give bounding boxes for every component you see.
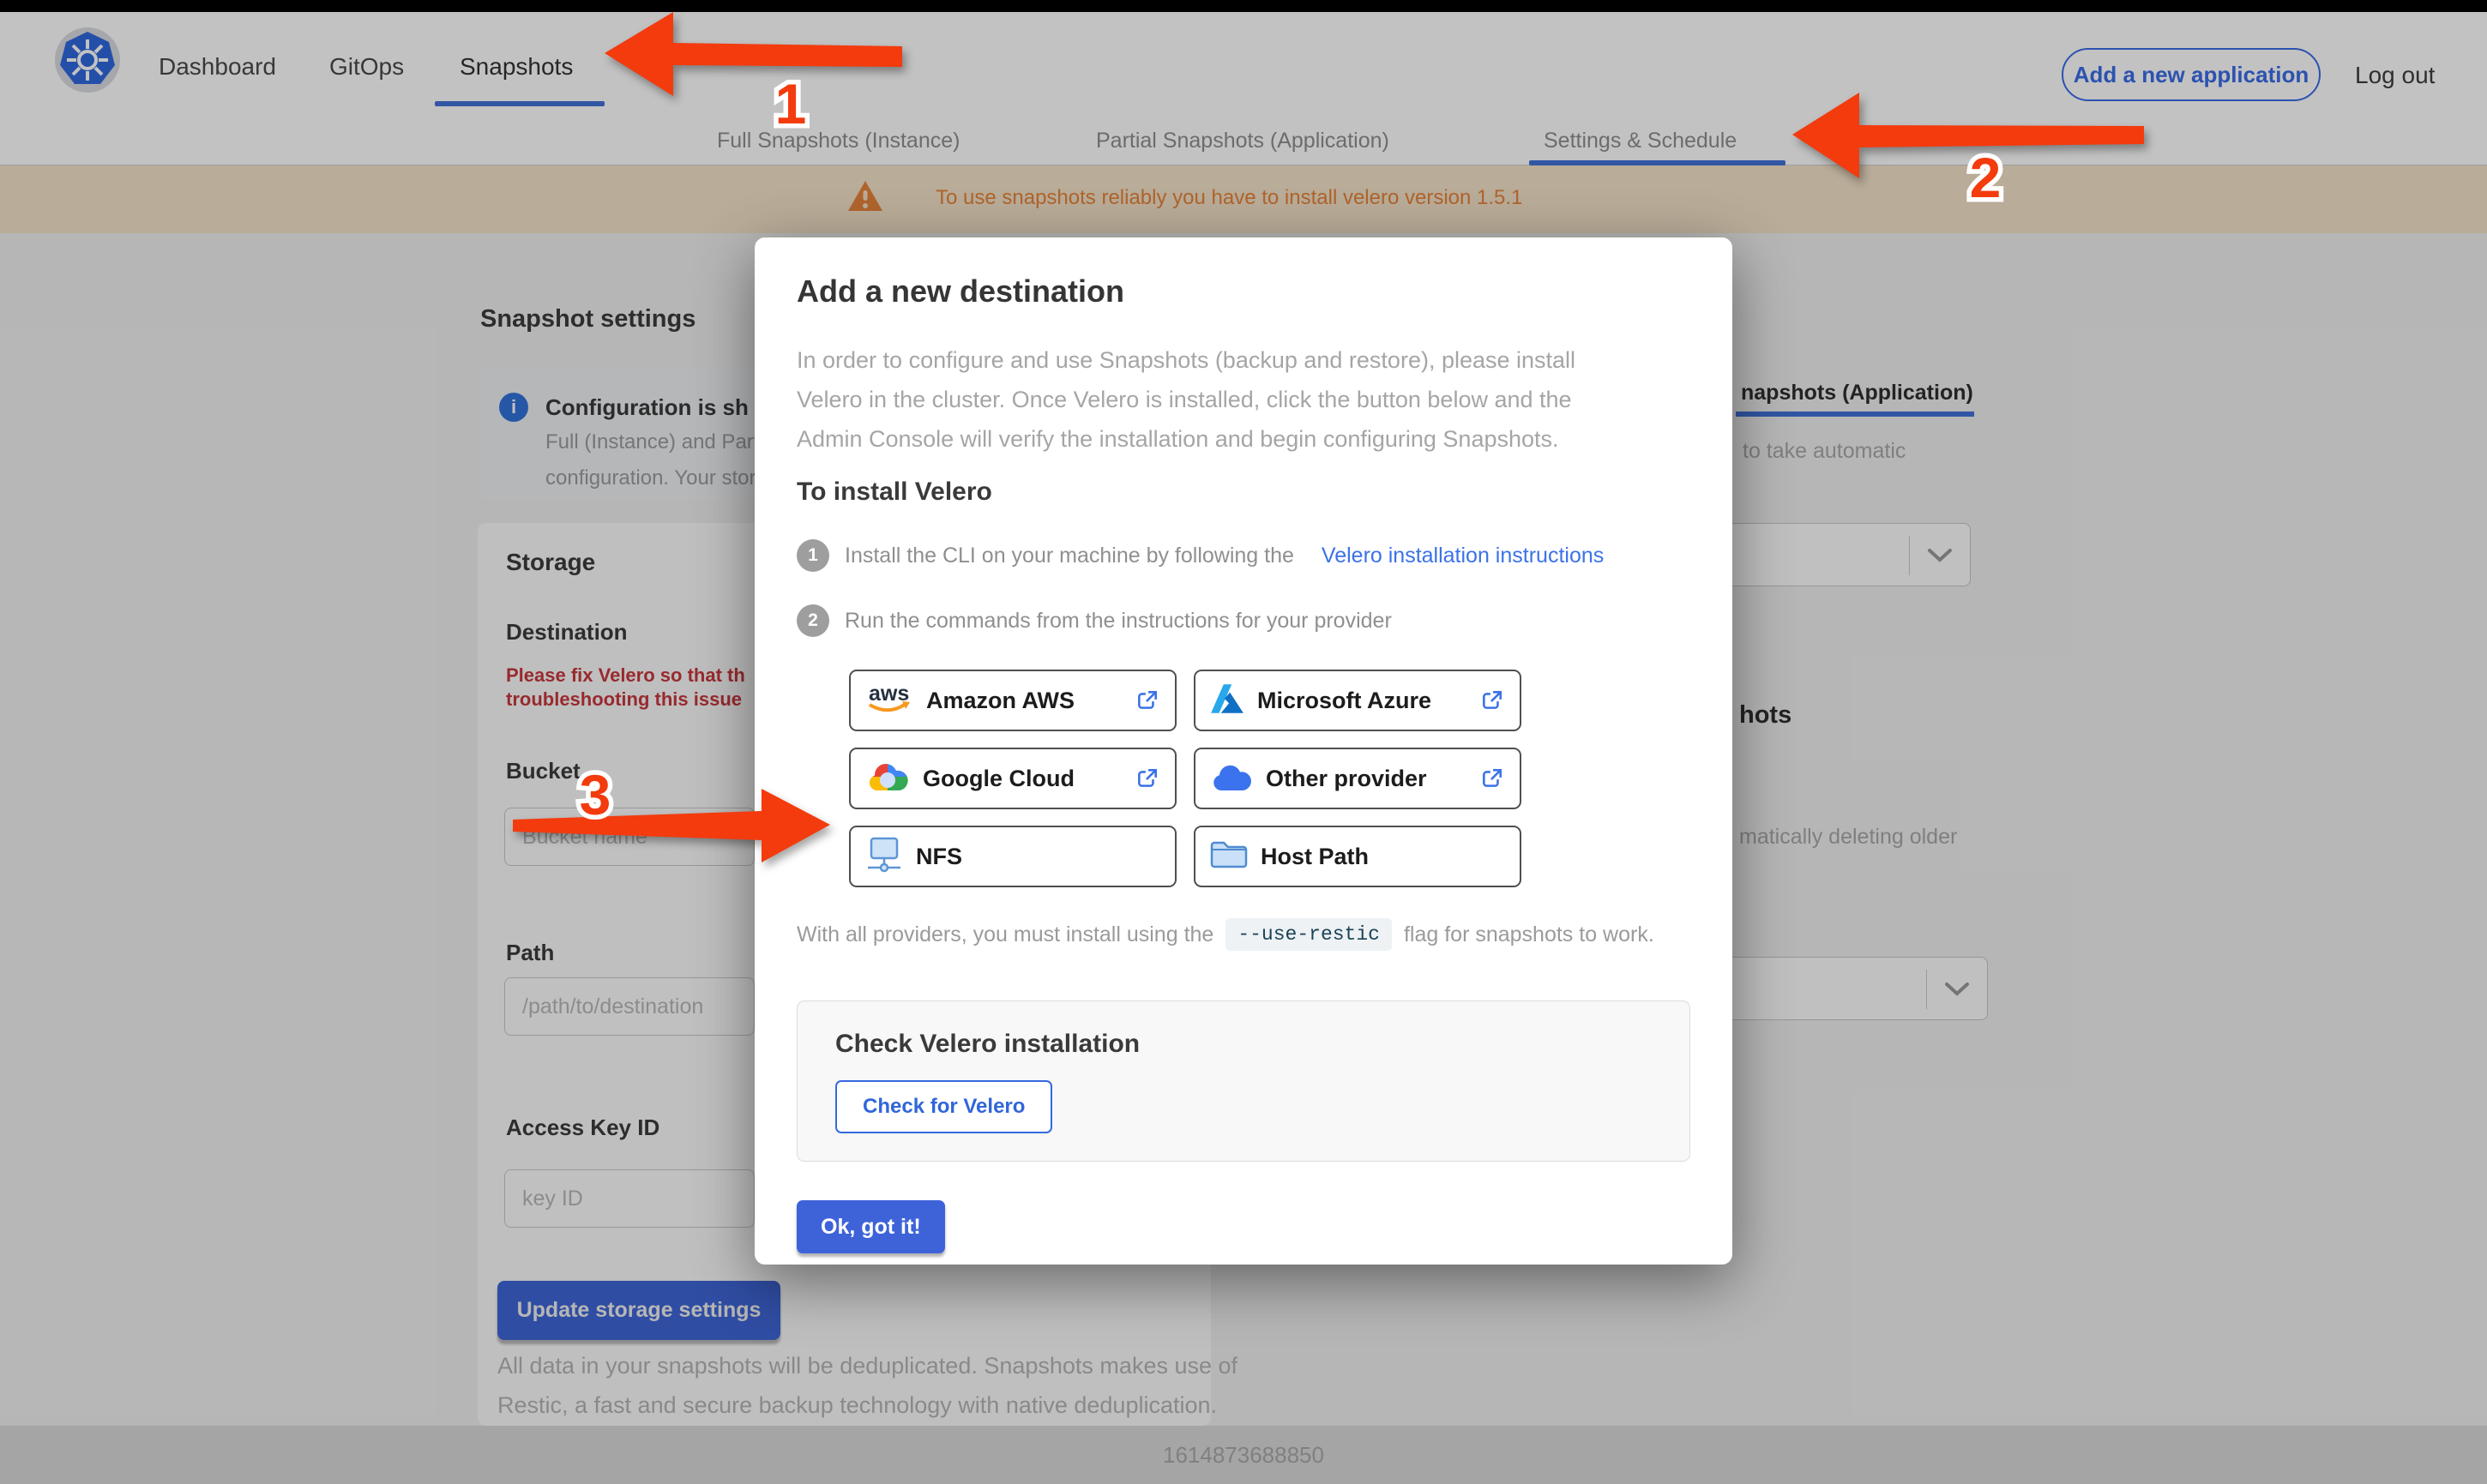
restic-note-after: flag for snapshots to work.	[1404, 922, 1654, 947]
provider-button-nfs[interactable]: NFS	[849, 826, 1177, 887]
step-2-text: Run the commands from the instructions f…	[845, 609, 1392, 634]
provider-button-host-path[interactable]: Host Path	[1194, 826, 1521, 887]
modal-intro-line: Velero in the cluster. Once Velero is in…	[797, 387, 1572, 412]
modal-intro: In order to configure and use Snapshots …	[797, 340, 1690, 459]
folder-icon	[1209, 838, 1249, 875]
install-step-1: 1 Install the CLI on your machine by fol…	[797, 539, 1690, 572]
provider-label: Other provider	[1266, 766, 1427, 792]
step-1-badge: 1	[797, 539, 829, 572]
step-1-text: Install the CLI on your machine by follo…	[845, 544, 1294, 568]
velero-installation-instructions-link[interactable]: Velero installation instructions	[1322, 544, 1604, 568]
ok-got-it-button[interactable]: Ok, got it!	[797, 1200, 945, 1253]
restic-note-before: With all providers, you must install usi…	[797, 922, 1213, 947]
modal-intro-line: In order to configure and use Snapshots …	[797, 347, 1575, 373]
external-link-icon	[1480, 688, 1504, 712]
step-2-badge: 2	[797, 604, 829, 637]
restic-note: With all providers, you must install usi…	[797, 918, 1690, 951]
aws-logo-icon: aws	[864, 679, 914, 723]
provider-button-google-cloud[interactable]: Google Cloud	[849, 748, 1177, 809]
external-link-icon	[1135, 688, 1159, 712]
provider-label: NFS	[916, 844, 962, 870]
install-velero-heading: To install Velero	[797, 478, 1690, 507]
azure-logo-icon	[1209, 682, 1245, 719]
check-velero-installation-box: Check Velero installation Check for Vele…	[797, 1000, 1690, 1162]
provider-button-other-provider[interactable]: Other provider	[1194, 748, 1521, 809]
provider-button-grid: aws Amazon AWS Microsoft Azu	[849, 670, 1690, 887]
cloud-icon	[1209, 761, 1254, 796]
external-link-icon	[1480, 766, 1504, 790]
provider-button-amazon-aws[interactable]: aws Amazon AWS	[849, 670, 1177, 731]
modal-title: Add a new destination	[797, 273, 1690, 309]
admin-console-page: Dashboard GitOps Snapshots Add a new app…	[0, 0, 2487, 1484]
google-cloud-logo-icon	[864, 760, 911, 798]
provider-label: Amazon AWS	[926, 688, 1075, 714]
provider-label: Google Cloud	[923, 766, 1075, 792]
external-link-icon	[1135, 766, 1159, 790]
modal-intro-line: Admin Console will verify the installati…	[797, 426, 1559, 452]
provider-button-microsoft-azure[interactable]: Microsoft Azure	[1194, 670, 1521, 731]
check-for-velero-button[interactable]: Check for Velero	[835, 1080, 1052, 1133]
provider-label: Host Path	[1261, 844, 1369, 870]
nfs-network-folder-icon	[864, 835, 904, 879]
check-velero-heading: Check Velero installation	[835, 1029, 1652, 1060]
provider-label: Microsoft Azure	[1257, 688, 1431, 714]
install-step-2: 2 Run the commands from the instructions…	[797, 604, 1690, 637]
use-restic-code-chip: --use-restic	[1225, 918, 1392, 951]
add-destination-modal: Add a new destination In order to config…	[755, 237, 1732, 1265]
